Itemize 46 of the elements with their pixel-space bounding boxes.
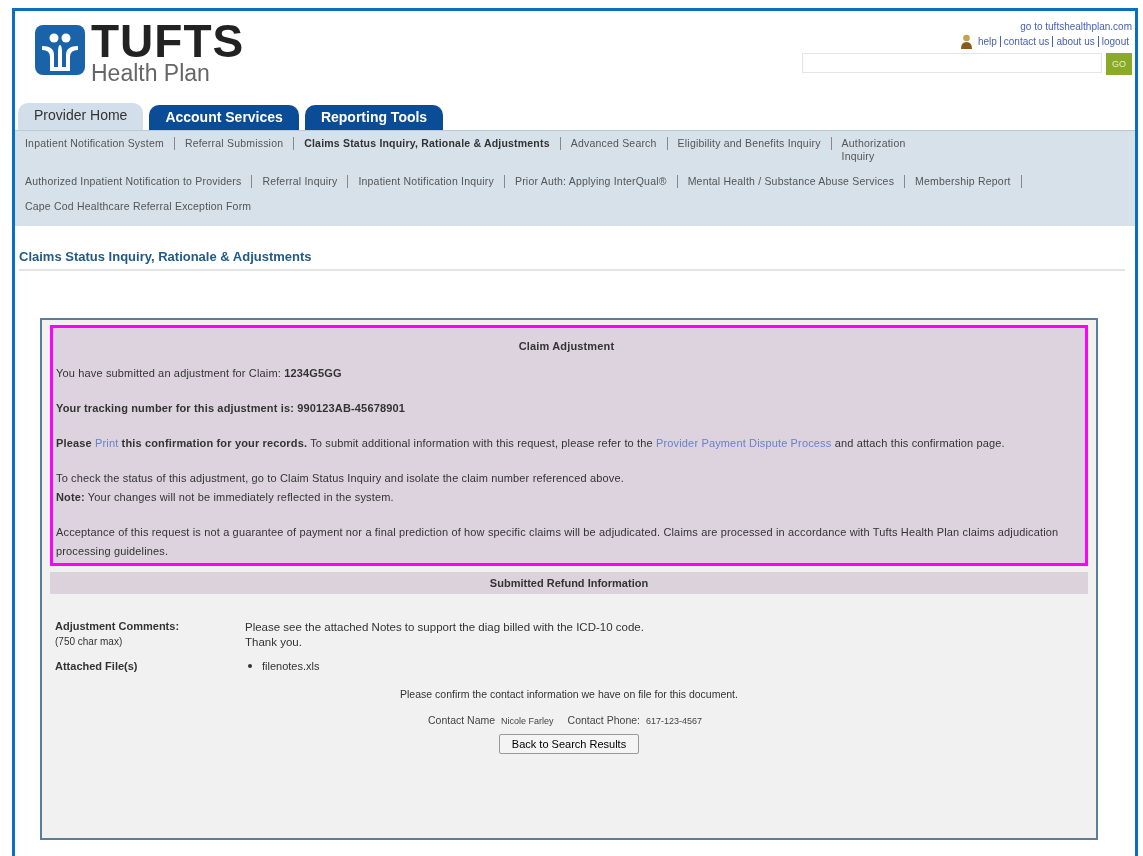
subnav-link[interactable]: Inpatient Notification Inquiry	[348, 175, 505, 188]
contact-value: 617-123-4567	[646, 716, 703, 726]
paragraph: Note: Your changes will not be immediately reflected in the system.	[56, 490, 395, 505]
field-hint: (750 char max)	[55, 636, 124, 647]
utility-link[interactable]: contact us	[999, 36, 1053, 47]
field-label: Attached File(s)	[55, 660, 139, 672]
nav-tab[interactable]: Provider Home	[18, 103, 144, 130]
utility-link[interactable]: help	[974, 36, 1000, 47]
bullet-icon	[248, 664, 252, 668]
field-label: Adjustment Comments:	[55, 620, 181, 632]
contact-value: Nicole Farley	[501, 716, 554, 726]
site-link[interactable]: go to tuftshealthplan.com	[1020, 21, 1132, 32]
field-value: Please see the attached Notes to support the diag billed with the ICD-10 code. Thank you.	[245, 620, 645, 650]
logo-wordmark: TUFTS	[91, 21, 245, 61]
nav-tab[interactable]: Account Services	[149, 105, 299, 130]
back-button[interactable]: Back to Search Results	[498, 734, 640, 754]
search-field[interactable]	[802, 53, 1102, 73]
subnav-link[interactable]: Referral Inquiry	[252, 175, 349, 188]
section-header: Submitted Refund Information	[50, 572, 1088, 594]
file-name: filenotes.xls	[262, 660, 320, 672]
paragraph: Acceptance of this request is not a guarantee of payment nor a final prediction of how specific claims will be adjudicated. Claims are processed in accordance with Tufts Health Plan claims adjudication processing guidelines.	[56, 525, 1060, 559]
subnav-link[interactable]: Advanced Search	[560, 137, 668, 150]
panel-title: Claim Adjustment	[517, 340, 616, 352]
logo-icon	[35, 25, 85, 75]
paragraph: Your tracking number for this adjustment is: 990123AB-45678901	[56, 401, 406, 416]
subnav-link[interactable]: Eligibility and Benefits Inquiry	[667, 137, 832, 150]
subnav-link[interactable]: Inpatient Notification System	[15, 137, 175, 150]
subnav-link[interactable]: Mental Health / Substance Abuse Services	[677, 175, 906, 188]
instruction-text: Please confirm the contact information we have on file for this document.	[399, 688, 739, 700]
utility-link[interactable]: about us	[1052, 36, 1098, 47]
nav-tab[interactable]: Reporting Tools	[304, 105, 444, 130]
subnav-link[interactable]: Cape Cod Healthcare Referral Exception Form	[15, 200, 262, 213]
paragraph: Please Print this confirmation for your records. To submit additional information with this request, please refer to the Provider Payment Dispute Process and attach this confirmation page.	[56, 436, 1006, 451]
subnav-link[interactable]: Authorized Inpatient Notification to Providers	[15, 175, 253, 188]
utility-link[interactable]: logout	[1097, 36, 1132, 47]
subnav-link[interactable]: Referral Submission	[174, 137, 295, 150]
contact-label: Contact Phone:	[567, 714, 640, 726]
person-icon	[959, 34, 973, 49]
paragraph: To check the status of this adjustment, go to Claim Status Inquiry and isolate the claim number referenced above.	[56, 471, 625, 486]
page-title: Claims Status Inquiry, Rationale & Adjustments	[19, 249, 1125, 271]
logo-subtitle: Health Plan	[91, 61, 211, 85]
contact-label: Contact Name	[427, 714, 496, 726]
subnav-link[interactable]: Claims Status Inquiry, Rationale & Adjustments	[294, 137, 561, 150]
subnav-link[interactable]: Prior Auth: Applying InterQual®	[504, 175, 678, 188]
subnav-link[interactable]: Membership Report	[905, 175, 1022, 188]
paragraph: You have submitted an adjustment for Claim: 1234G5GG	[56, 366, 343, 381]
